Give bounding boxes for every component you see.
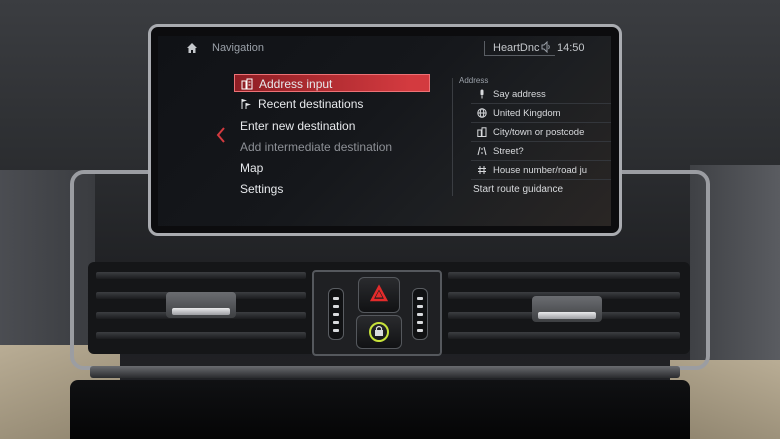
road-icon <box>477 146 487 156</box>
vent-adjust-knob-right[interactable] <box>532 296 602 322</box>
status-area: HeartDnc 14:50 <box>484 41 604 57</box>
vent-slat <box>96 332 306 339</box>
back-chevron-icon[interactable] <box>216 126 226 144</box>
start-route-guidance-button[interactable]: Start route guidance <box>455 181 611 199</box>
menu-item-label: Map <box>240 161 264 175</box>
vent-slat <box>448 332 680 339</box>
menu-item-address-input[interactable]: Address input <box>234 74 430 92</box>
address-item-label: City/town or postcode <box>493 127 585 138</box>
city-icon <box>477 127 487 137</box>
microphone-icon <box>480 89 484 99</box>
lower-chrome-trim <box>90 366 680 378</box>
address-item-house-number[interactable]: House number/road ju <box>455 162 611 180</box>
address-item-city[interactable]: City/town or postcode <box>455 124 611 142</box>
row-separator <box>471 179 611 180</box>
address-item-country[interactable]: United Kingdom <box>455 105 611 123</box>
central-lock-button[interactable] <box>356 315 402 349</box>
speaker-icon <box>541 41 550 53</box>
menu-item-settings[interactable]: Settings <box>234 180 430 198</box>
address-item-say-address[interactable]: Say address <box>455 86 611 104</box>
vent-slat <box>96 272 306 279</box>
menu-item-label: Recent destinations <box>258 97 364 111</box>
row-separator <box>471 160 611 161</box>
seat-heater-left-button[interactable] <box>328 288 344 340</box>
home-icon[interactable] <box>186 42 198 54</box>
car-lock-icon <box>369 322 389 342</box>
panel-divider <box>452 78 453 196</box>
top-status-bar: Navigation HeartDnc 14:50 <box>158 36 611 62</box>
menu-item-map[interactable]: Map <box>234 159 430 177</box>
clock: 14:50 <box>557 42 585 54</box>
lower-console <box>70 380 690 439</box>
menu-item-add-intermediate-destination[interactable]: Add intermediate destination <box>234 138 430 156</box>
address-item-label: United Kingdom <box>493 108 561 119</box>
address-item-label: House number/road ju <box>493 165 587 176</box>
globe-icon <box>477 108 487 118</box>
hazard-lights-button[interactable] <box>358 277 400 313</box>
address-book-icon <box>241 78 253 90</box>
address-item-street[interactable]: Street? <box>455 143 611 161</box>
menu-item-label: Settings <box>240 182 284 196</box>
menu-item-label: Address input <box>259 77 333 91</box>
infotainment-screen: Navigation HeartDnc 14:50 Address input <box>158 36 611 226</box>
menu-item-label: Add intermediate destination <box>240 140 393 154</box>
menu-item-label: Enter new destination <box>240 119 356 133</box>
recent-flags-icon <box>241 99 251 109</box>
vent-slat <box>448 272 680 279</box>
row-separator <box>471 141 611 142</box>
hazard-triangle-icon <box>369 284 389 302</box>
vent-adjust-knob-left[interactable] <box>166 292 236 318</box>
address-item-label: Say address <box>493 89 546 100</box>
row-separator <box>471 122 611 123</box>
seat-heater-right-button[interactable] <box>412 288 428 340</box>
address-panel-title: Address <box>459 76 489 85</box>
menu-item-recent-destinations[interactable]: Recent destinations <box>234 95 430 113</box>
house-number-icon <box>478 166 486 174</box>
page-title: Navigation <box>212 42 264 54</box>
audio-source-tab[interactable]: HeartDnc <box>484 41 555 56</box>
address-item-label: Start route guidance <box>473 184 564 195</box>
row-separator <box>471 103 611 104</box>
menu-item-enter-new-destination[interactable]: Enter new destination <box>234 117 430 135</box>
audio-source-label: HeartDnc <box>493 42 540 54</box>
address-item-label: Street? <box>493 146 524 157</box>
